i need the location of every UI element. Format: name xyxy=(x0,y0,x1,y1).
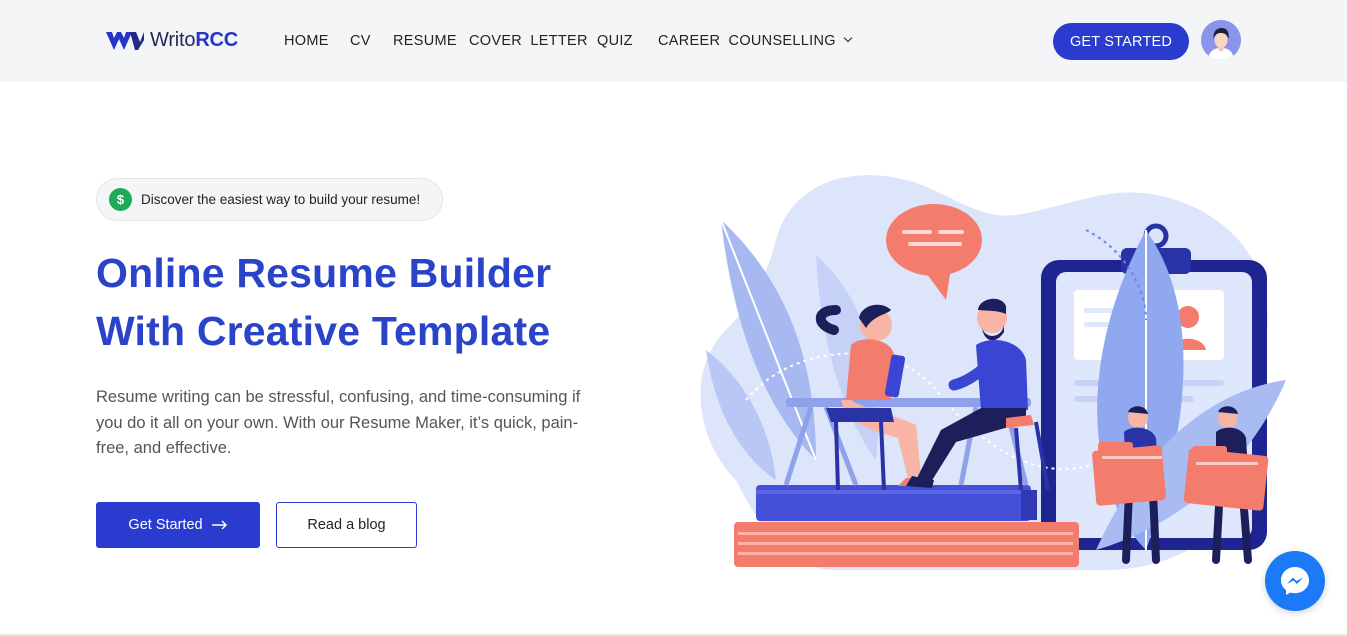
hero-title-line-1: Online Resume Builder xyxy=(96,250,552,296)
nav-home[interactable]: HOME xyxy=(284,33,329,49)
nav-career-counselling[interactable]: CAREER COUNSELLING xyxy=(658,33,853,49)
hero-description: Resume writing can be stressful, confusi… xyxy=(96,388,581,457)
promo-pill-text: Discover the easiest way to build your r… xyxy=(141,192,421,207)
user-avatar[interactable] xyxy=(1201,20,1241,60)
nav-cover-letter[interactable]: COVER LETTER xyxy=(469,33,588,49)
get-started-header-button[interactable]: GET STARTED xyxy=(1053,23,1189,60)
logo-mark-icon xyxy=(106,31,144,50)
hero-illustration xyxy=(700,175,1286,570)
user-avatar-icon xyxy=(1201,20,1241,60)
site-logo[interactable]: WritoRCC xyxy=(105,29,238,52)
nav-cv[interactable]: CV xyxy=(350,33,371,49)
top-nav-bar: WritoRCC HOME CV RESUME COVER LETTER QUI… xyxy=(0,0,1347,82)
nav-career-counselling-label: CAREER COUNSELLING xyxy=(658,33,836,49)
messenger-chat-button[interactable] xyxy=(1265,551,1325,611)
get-started-button-label: Get Started xyxy=(128,517,203,533)
logo-text: WritoRCC xyxy=(150,29,239,51)
messenger-icon xyxy=(1281,567,1309,595)
dollar-icon: $ xyxy=(109,188,132,211)
arrow-right-icon xyxy=(211,520,227,530)
book-stack xyxy=(734,485,1079,567)
nav-resume[interactable]: RESUME xyxy=(393,33,457,49)
nav-quiz[interactable]: QUIZ xyxy=(597,33,633,49)
promo-pill: $ Discover the easiest way to build your… xyxy=(96,178,443,221)
hero-title-line-2: With Creative Template xyxy=(96,308,551,354)
chevron-down-icon xyxy=(843,33,853,43)
read-blog-button[interactable]: Read a blog xyxy=(276,502,417,548)
hero-title: Online Resume Builder With Creative Temp… xyxy=(96,244,656,360)
get-started-button[interactable]: Get Started xyxy=(96,502,260,548)
